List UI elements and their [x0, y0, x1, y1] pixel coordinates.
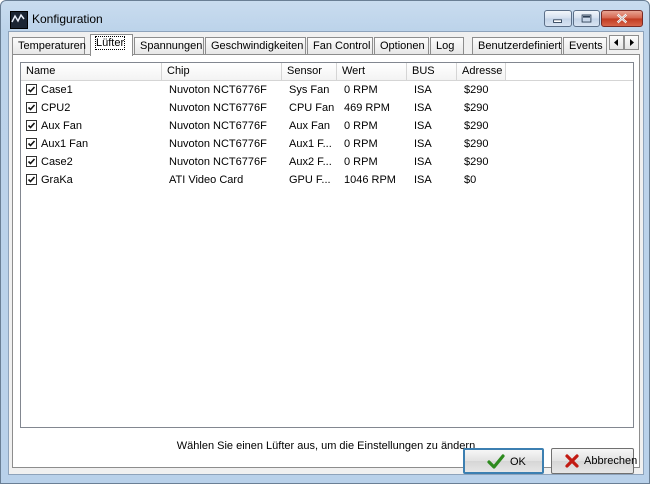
tab-optionen[interactable]: Optionen	[374, 37, 429, 55]
fan-value: 0 RPM	[344, 156, 378, 168]
config-window: Konfiguration Temperaturen Lüfter Spannu…	[0, 0, 650, 484]
cancel-button-label: Abbrechen	[584, 455, 638, 467]
fan-enabled-checkbox[interactable]	[26, 120, 37, 131]
fan-address: $290	[464, 156, 489, 168]
fan-address: $290	[464, 120, 489, 132]
checkmark-icon	[27, 176, 36, 183]
window-title: Konfiguration	[32, 12, 103, 26]
column-header-adresse[interactable]: Adresse	[457, 63, 506, 80]
fan-name: Aux Fan	[41, 120, 82, 132]
fan-address: $290	[464, 84, 489, 96]
arrow-right-icon	[630, 39, 634, 46]
tab-scroll-right-button[interactable]	[624, 35, 639, 50]
fan-chip: Nuvoton NCT6776F	[169, 138, 267, 150]
fan-list-header: Name Chip Sensor Wert BUS Adresse	[21, 63, 633, 81]
fan-enabled-checkbox[interactable]	[26, 102, 37, 113]
fan-value: 1046 RPM	[344, 174, 396, 186]
fan-list[interactable]: Name Chip Sensor Wert BUS Adresse Case1 …	[20, 62, 634, 428]
checkmark-icon	[27, 104, 36, 111]
fan-row[interactable]: CPU2 Nuvoton NCT6776F CPU Fan 469 RPM IS…	[21, 99, 633, 117]
fan-enabled-checkbox[interactable]	[26, 138, 37, 149]
tab-luefter[interactable]: Lüfter	[90, 34, 133, 56]
fan-chip: Nuvoton NCT6776F	[169, 120, 267, 132]
fan-bus: ISA	[414, 84, 432, 96]
tab-events[interactable]: Events	[563, 37, 607, 55]
fan-enabled-checkbox[interactable]	[26, 174, 37, 185]
fan-address: $0	[464, 174, 477, 186]
selection-hint: Wählen Sie einen Lüfter aus, um die Eins…	[176, 440, 476, 452]
ok-button[interactable]: OK	[463, 448, 544, 474]
fan-value: 0 RPM	[344, 120, 378, 132]
column-header-sensor[interactable]: Sensor	[282, 63, 337, 80]
tab-panel-luefter: Name Chip Sensor Wert BUS Adresse Case1 …	[12, 54, 640, 468]
fan-bus: ISA	[414, 156, 432, 168]
tab-spannungen[interactable]: Spannungen	[134, 37, 204, 55]
fan-bus: ISA	[414, 138, 432, 150]
column-header-wert[interactable]: Wert	[337, 63, 407, 80]
fan-name: Case1	[41, 84, 73, 96]
fan-bus: ISA	[414, 120, 432, 132]
fan-sensor: Aux2 F...	[289, 156, 332, 168]
checkmark-icon	[27, 140, 36, 147]
fan-chip: Nuvoton NCT6776F	[169, 84, 267, 96]
fan-sensor: Aux Fan	[289, 120, 330, 132]
fan-sensor: Aux1 F...	[289, 138, 332, 150]
fan-sensor: CPU Fan	[289, 102, 335, 114]
fan-sensor: Sys Fan	[289, 84, 330, 96]
tab-benutzerdefiniert[interactable]: Benutzerdefiniert	[472, 37, 562, 55]
fan-name: Aux1 Fan	[41, 138, 89, 150]
fan-row[interactable]: Case2 Nuvoton NCT6776F Aux2 F... 0 RPM I…	[21, 153, 633, 171]
maximize-button[interactable]	[573, 10, 600, 27]
tab-scroll-left-button[interactable]	[609, 35, 624, 50]
fan-sensor: GPU F...	[289, 174, 331, 186]
fan-address: $290	[464, 102, 489, 114]
tab-geschwindigkeiten[interactable]: Geschwindigkeiten	[205, 37, 306, 55]
fan-chip: ATI Video Card	[169, 174, 244, 186]
fan-row[interactable]: Case1 Nuvoton NCT6776F Sys Fan 0 RPM ISA…	[21, 81, 633, 99]
close-button[interactable]	[601, 10, 643, 27]
fan-value: 0 RPM	[344, 84, 378, 96]
arrow-left-icon	[614, 39, 618, 46]
fan-chip: Nuvoton NCT6776F	[169, 156, 267, 168]
fan-enabled-checkbox[interactable]	[26, 156, 37, 167]
fan-name: GraKa	[41, 174, 73, 186]
fan-bus: ISA	[414, 174, 432, 186]
column-header-bus[interactable]: BUS	[407, 63, 457, 80]
tab-temperaturen[interactable]: Temperaturen	[12, 37, 86, 55]
checkmark-icon	[487, 454, 505, 469]
fan-bus: ISA	[414, 102, 432, 114]
checkmark-icon	[27, 86, 36, 93]
fan-value: 0 RPM	[344, 138, 378, 150]
fan-name: Case2	[41, 156, 73, 168]
minimize-button[interactable]	[544, 10, 572, 27]
checkmark-icon	[27, 158, 36, 165]
tab-fan-control[interactable]: Fan Control	[307, 37, 373, 55]
fan-chip: Nuvoton NCT6776F	[169, 102, 267, 114]
checkmark-icon	[27, 122, 36, 129]
cancel-button[interactable]: Abbrechen	[551, 448, 638, 474]
ok-button-label: OK	[510, 456, 526, 468]
fan-row[interactable]: Aux Fan Nuvoton NCT6776F Aux Fan 0 RPM I…	[21, 117, 633, 135]
fan-value: 469 RPM	[344, 102, 390, 114]
dialog-client: Temperaturen Lüfter Spannungen Geschwind…	[8, 31, 644, 475]
cross-icon	[565, 454, 579, 468]
fan-name: CPU2	[41, 102, 71, 114]
column-header-name[interactable]: Name	[21, 63, 162, 80]
app-monitor-icon	[10, 11, 28, 29]
title-bar[interactable]: Konfiguration	[1, 1, 649, 31]
fan-address: $290	[464, 138, 489, 150]
column-header-chip[interactable]: Chip	[162, 63, 282, 80]
tab-log[interactable]: Log	[430, 37, 464, 55]
fan-enabled-checkbox[interactable]	[26, 84, 37, 95]
fan-row[interactable]: GraKa ATI Video Card GPU F... 1046 RPM I…	[21, 171, 633, 189]
fan-row[interactable]: Aux1 Fan Nuvoton NCT6776F Aux1 F... 0 RP…	[21, 135, 633, 153]
